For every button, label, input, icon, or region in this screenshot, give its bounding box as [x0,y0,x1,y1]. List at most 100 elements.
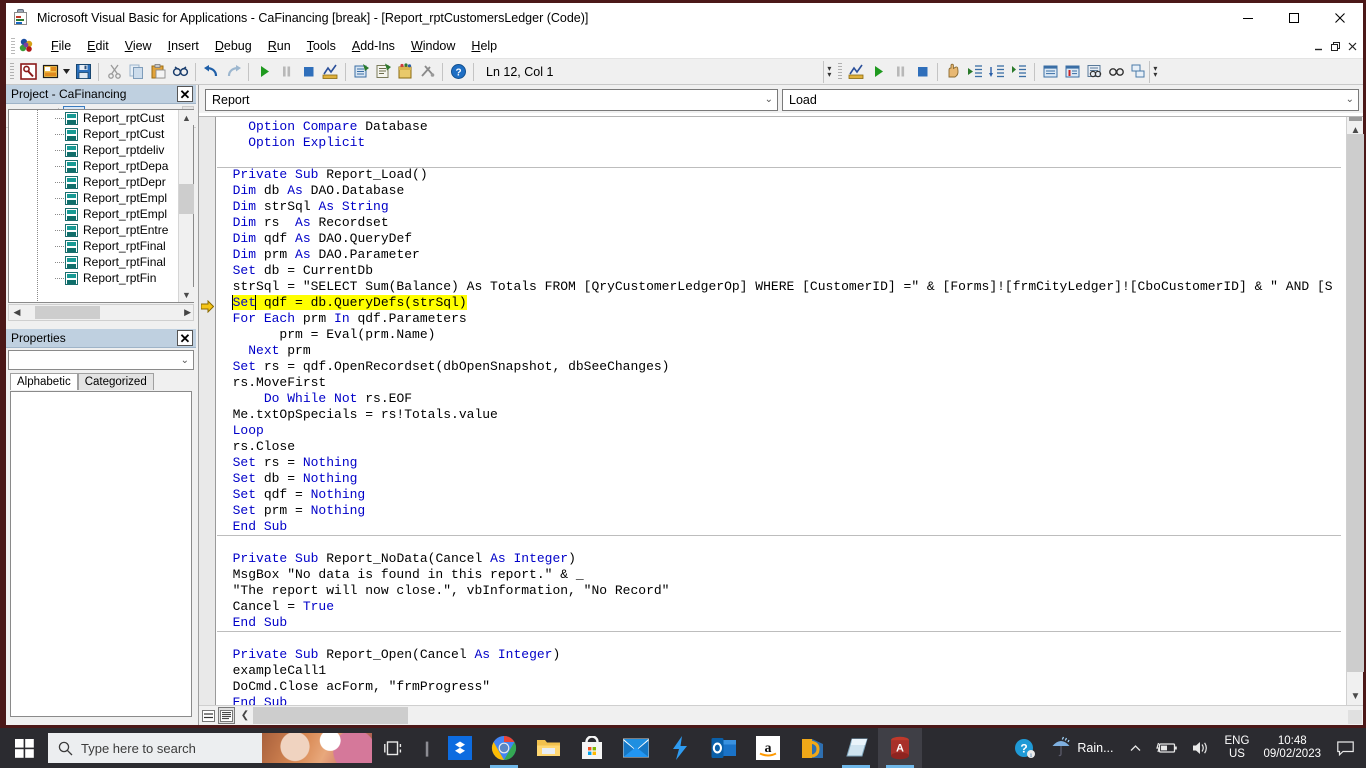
scroll-left-arrow-icon[interactable]: ❮ [237,710,253,721]
task-view-icon[interactable] [372,728,416,768]
weather-widget[interactable]: Rain... [1042,735,1121,762]
project-tree-item[interactable]: Report_rptEmpl [9,190,193,206]
project-tree-item[interactable]: Report_rptCust [9,126,193,142]
code-hscroll-thumb[interactable] [253,707,408,724]
object-browser-icon[interactable] [394,61,416,83]
debug-toolbar-grip-handle[interactable] [838,63,843,80]
project-tree-item[interactable]: Report_rptDepa [9,158,193,174]
insert-module-dropdown-icon[interactable] [61,61,72,83]
clock[interactable]: 10:48 09/02/2023 [1257,735,1327,761]
menu-run[interactable]: Run [260,36,299,56]
show-hidden-icons-chevron[interactable] [1122,742,1149,755]
scroll-down-arrow-icon[interactable]: ▼ [179,287,194,302]
reset-icon[interactable] [911,61,933,83]
project-tree-item[interactable]: Report_rptdeliv [9,142,193,158]
close-button[interactable] [1317,3,1363,33]
toolbar-grip-handle[interactable] [10,63,14,80]
window-resize-grip[interactable] [1348,710,1362,724]
windows-start-icon[interactable] [0,728,48,768]
code-margin-indicator-bar[interactable] [199,117,216,705]
amazon-icon[interactable]: a [746,728,790,768]
project-tree-item[interactable]: Report_rptCust [9,110,193,126]
menu-insert[interactable]: Insert [160,36,207,56]
code-scroll-thumb[interactable] [1347,134,1364,672]
design-mode-icon[interactable] [319,61,341,83]
toolbar-overflow-button[interactable]: ▾ ▾ [823,60,834,83]
full-module-view-icon[interactable] [218,707,235,724]
redo-icon[interactable] [222,61,244,83]
properties-object-combo[interactable]: ⌄ [8,350,194,370]
menu-window[interactable]: Window [403,36,463,56]
help-icon[interactable]: ? [447,61,469,83]
find-icon[interactable] [169,61,191,83]
scroll-left-arrow-icon[interactable]: ◀ [9,307,25,318]
project-panel-close-button[interactable]: ✕ [177,86,193,102]
project-tree-item[interactable]: Report_rptFinal [9,238,193,254]
toggle-breakpoint-icon[interactable] [942,61,964,83]
battery-charging-icon[interactable] [1149,741,1185,755]
project-tree-horizontal-scrollbar[interactable]: ◀ ▶ [8,304,194,321]
break-icon[interactable] [275,61,297,83]
scroll-right-arrow-icon[interactable]: ▶ [184,307,191,318]
object-combo[interactable]: Report ⌄ [205,88,778,111]
project-tree-item[interactable]: Report_rptFin [9,270,193,286]
microsoft-store-icon[interactable] [570,728,614,768]
undo-icon[interactable] [200,61,222,83]
view-access-icon[interactable] [17,61,39,83]
cut-icon[interactable] [103,61,125,83]
procedure-view-icon[interactable] [200,707,217,724]
watch-window-icon[interactable] [1083,61,1105,83]
immediate-window-icon[interactable] [1061,61,1083,83]
design-mode-icon[interactable] [845,61,867,83]
chrome-icon[interactable] [482,728,526,768]
quick-watch-icon[interactable] [1105,61,1127,83]
menu-grip-handle[interactable] [11,37,15,54]
code-editor[interactable]: Option Compare Database Option Explicit … [199,116,1364,705]
step-over-icon[interactable] [986,61,1008,83]
code-vertical-scrollbar[interactable]: ▲ ▼ [1346,117,1364,705]
project-tree-vertical-scrollbar[interactable]: ▲ ▼ [178,110,194,302]
properties-panel-close-button[interactable]: ✕ [177,330,193,346]
file-explorer-icon[interactable] [526,728,570,768]
project-tree[interactable]: Report_rptCust Report_rptCust Report_rptde… [8,109,194,303]
code-horizontal-scrollbar[interactable]: ❮ [237,707,1345,724]
save-icon[interactable] [72,61,94,83]
run-icon[interactable] [867,61,889,83]
lightning-icon[interactable] [658,728,702,768]
outlook-icon[interactable] [702,728,746,768]
dropbox-icon[interactable] [438,728,482,768]
mdi-minimize-button[interactable] [1310,36,1327,56]
sticky-notes-icon[interactable] [834,728,878,768]
properties-grid[interactable] [10,391,192,717]
microsoft-access-icon[interactable]: A [878,728,922,768]
code-text-content[interactable]: Option Compare Database Option Explicit … [217,117,1341,705]
tab-alphabetic[interactable]: Alphabetic [10,373,78,390]
reset-icon[interactable] [297,61,319,83]
properties-window-icon[interactable] [372,61,394,83]
menu-edit[interactable]: Edit [79,36,117,56]
toolbox-icon[interactable] [416,61,438,83]
mdi-close-button[interactable] [1344,36,1361,56]
media-player-icon[interactable] [790,728,834,768]
help-question-icon[interactable]: ? i [1007,738,1042,759]
project-tree-item[interactable]: Report_rptEmpl [9,206,193,222]
break-icon[interactable] [889,61,911,83]
speaker-icon[interactable] [1185,740,1217,756]
language-indicator[interactable]: ENG US [1217,735,1258,761]
menu-help[interactable]: Help [463,36,505,56]
project-tree-item[interactable]: Report_rptFinal [9,254,193,270]
menu-file[interactable]: File [43,36,79,56]
scroll-down-arrow-icon[interactable]: ▼ [1347,688,1364,705]
menu-debug[interactable]: Debug [207,36,260,56]
scroll-up-arrow-icon[interactable]: ▲ [179,110,194,125]
search-input[interactable]: Type here to search [48,733,372,763]
procedure-combo[interactable]: Load ⌄ [782,88,1359,111]
project-scroll-thumb[interactable] [179,184,194,214]
paste-icon[interactable] [147,61,169,83]
project-hscroll-thumb[interactable] [35,306,100,319]
minimize-button[interactable] [1225,3,1271,33]
locals-window-icon[interactable] [1039,61,1061,83]
menu-addins[interactable]: Add-Ins [344,36,403,56]
run-icon[interactable] [253,61,275,83]
notification-icon[interactable] [1327,740,1366,756]
